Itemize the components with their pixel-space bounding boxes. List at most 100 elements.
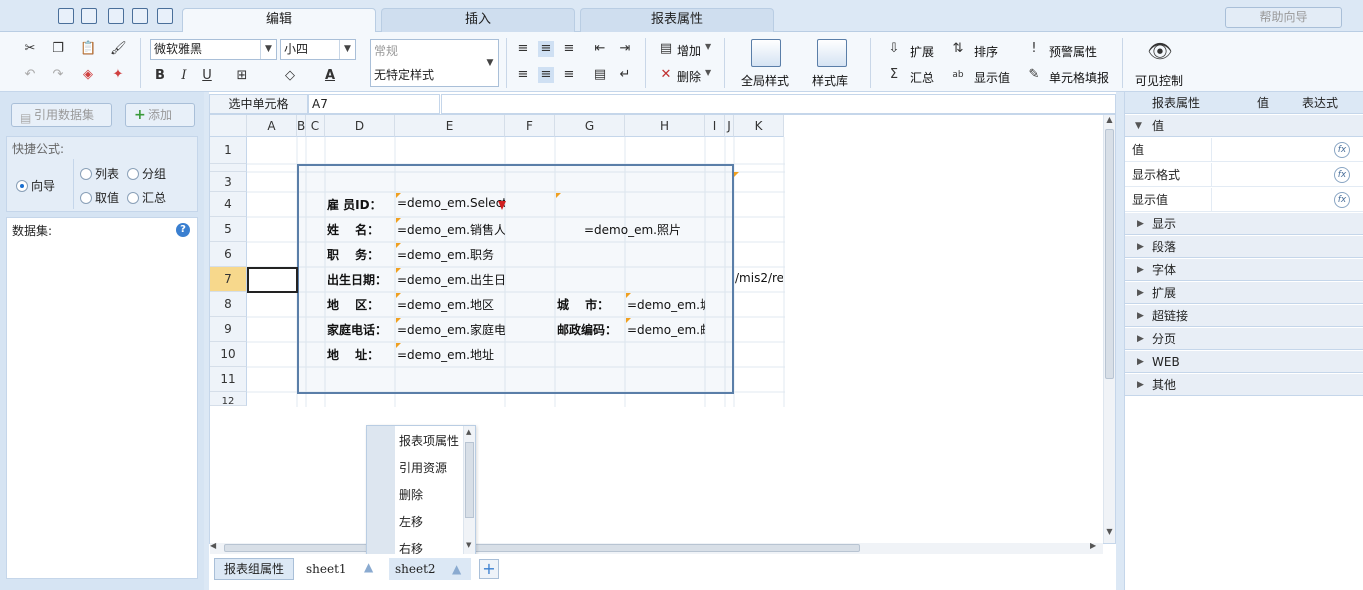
menu-item-delete[interactable]: 删除 (399, 486, 423, 503)
cell-fill-icon[interactable]: ✎ (1026, 67, 1042, 83)
column-header[interactable]: F (505, 115, 555, 137)
clear-format-icon[interactable]: ✦ (110, 67, 126, 83)
decrease-indent-icon[interactable]: ⇤ (592, 41, 608, 57)
radio-value[interactable]: 取值 (80, 189, 119, 206)
vertical-scrollbar[interactable]: ▲ ▼ (1103, 115, 1115, 543)
warning-prop-button[interactable]: 预警属性 (1049, 43, 1097, 60)
cell-k7[interactable]: /mis2/re (735, 271, 783, 285)
sum-icon[interactable]: Σ (886, 67, 902, 83)
eraser-icon[interactable]: ◈ (80, 67, 96, 83)
row-header[interactable]: 1 (210, 137, 247, 164)
preview-icon[interactable] (132, 8, 148, 24)
row-header[interactable]: 5 (210, 217, 247, 242)
cell-e5[interactable]: =demo_em.销售人员 (397, 221, 505, 238)
triangle-icon[interactable]: ▲ (452, 558, 461, 580)
selected-cell[interactable] (247, 267, 298, 293)
horizontal-scrollbar[interactable]: ◀ ▶ (210, 541, 1103, 554)
column-header[interactable]: D (325, 115, 395, 137)
column-header[interactable]: I (705, 115, 725, 137)
fill-color-icon[interactable]: ◇ (282, 68, 298, 84)
cell-d4[interactable]: 雇 员ID： (327, 196, 382, 213)
sort-button[interactable]: 排序 (974, 43, 998, 60)
triangle-icon[interactable]: ▲ (364, 560, 373, 574)
prop-row-display[interactable]: 显示值 fx (1125, 188, 1363, 212)
delete-row-icon[interactable]: ✕ (658, 67, 674, 83)
align-center-icon[interactable]: ≡ (538, 67, 554, 83)
copy-icon[interactable]: ❐ (50, 41, 66, 57)
column-header[interactable]: J (725, 115, 734, 137)
cell-e7[interactable]: =demo_em.出生日期 (397, 271, 505, 288)
save-icon[interactable] (58, 8, 74, 24)
scroll-up-icon[interactable]: ▲ (466, 428, 471, 436)
section-display[interactable]: ▶ 显示 (1125, 213, 1363, 235)
add-dataset-button[interactable]: + 添加 (125, 103, 195, 127)
section-expand[interactable]: ▶ 扩展 (1125, 282, 1363, 304)
section-font[interactable]: ▶ 字体 (1125, 259, 1363, 281)
tab-sheet1[interactable]: sheet1 (306, 562, 347, 576)
select-cell-button[interactable]: 选中单元格 (209, 94, 308, 114)
underline-button[interactable]: U (199, 68, 215, 84)
scroll-up-icon[interactable]: ▲ (1104, 115, 1115, 129)
add-button[interactable]: 增加 (677, 42, 701, 59)
sort-icon[interactable]: ⇅ (950, 41, 966, 57)
font-family-select[interactable]: 微软雅黑 ▼ (150, 39, 277, 60)
radio-list[interactable]: 列表 (80, 165, 119, 182)
scroll-down-icon[interactable]: ▼ (466, 541, 471, 549)
vertical-scroll-thumb[interactable] (1105, 129, 1114, 379)
cell-d10[interactable]: 地 址： (327, 346, 379, 363)
tab-insert[interactable]: 插入 (381, 8, 575, 32)
row-header[interactable]: 10 (210, 342, 247, 367)
display-value-icon[interactable]: ab (950, 67, 966, 83)
splitter-right[interactable] (1116, 92, 1124, 590)
section-web[interactable]: ▶ WEB (1125, 351, 1363, 373)
cell-g9[interactable]: 邮政编码： (557, 321, 617, 338)
global-style-icon[interactable] (751, 39, 781, 67)
format-painter-icon[interactable]: 🖌 (110, 41, 127, 57)
cut-icon[interactable]: ✂ (22, 41, 38, 57)
border-icon[interactable]: ⊞ (234, 68, 250, 84)
cell-h9[interactable]: =demo_em.邮政编码 (627, 321, 705, 338)
expand-button[interactable]: 扩展 (910, 43, 934, 60)
row-header[interactable]: 8 (210, 292, 247, 317)
undo-icon[interactable]: ↶ (22, 67, 38, 83)
dataset-tree[interactable]: 数据集: ? (6, 217, 198, 579)
prop-row-value[interactable]: 值 fx (1125, 138, 1363, 162)
formula-input[interactable] (441, 94, 1116, 114)
export-icon[interactable] (108, 8, 124, 24)
cell-d7[interactable]: 出生日期： (327, 271, 387, 288)
scroll-right-icon[interactable]: ▶ (1090, 541, 1102, 550)
column-header[interactable]: E (395, 115, 505, 137)
style-library-button[interactable]: 样式库 (812, 72, 848, 89)
help-wizard-button[interactable]: 帮助向导 (1225, 7, 1342, 28)
menu-scroll-thumb[interactable] (465, 442, 474, 518)
eye-gear-icon[interactable]: 👁 (1146, 38, 1174, 64)
row-header[interactable]: 4 (210, 192, 247, 217)
radio-summary[interactable]: 汇总 (127, 189, 166, 206)
section-paragraph[interactable]: ▶ 段落 (1125, 236, 1363, 258)
cell-e8[interactable]: =demo_em.地区 (397, 296, 505, 313)
cell-g8[interactable]: 城 市： (557, 296, 609, 313)
radio-wizard[interactable]: 向导 (16, 177, 55, 194)
align-bottom-icon[interactable]: ≡ (561, 41, 577, 57)
cell-d8[interactable]: 地 区： (327, 296, 379, 313)
print-preview-icon[interactable] (157, 8, 173, 24)
expand-icon[interactable]: ⇩ (886, 41, 902, 57)
scroll-down-icon[interactable]: ▼ (1104, 527, 1115, 541)
radio-group[interactable]: 分组 (127, 165, 166, 182)
menu-item-move-left[interactable]: 左移 (399, 513, 423, 530)
row-header[interactable]: 11 (210, 367, 247, 392)
cell-e10[interactable]: =demo_em.地址 (397, 346, 505, 363)
cell-h8[interactable]: =demo_em.城市 (627, 296, 705, 313)
menu-scrollbar[interactable]: ▲ ▼ (463, 426, 475, 554)
tab-edit[interactable]: 编辑 (182, 8, 376, 33)
section-hyperlink[interactable]: ▶ 超链接 (1125, 305, 1363, 327)
add-sheet-button[interactable]: + (479, 559, 499, 579)
row-header[interactable]: 6 (210, 242, 247, 267)
cell-ref-input[interactable]: A7 (308, 94, 440, 114)
redo-icon[interactable]: ↷ (50, 67, 66, 83)
wrap-text-icon[interactable]: ↵ (617, 67, 633, 83)
corner-cell[interactable] (210, 115, 247, 137)
cell-d6[interactable]: 职 务： (327, 246, 379, 263)
number-format-select[interactable]: 常规 无特定样式 ▼ (370, 39, 499, 87)
ref-dataset-button[interactable]: ▤ 引用数据集 (11, 103, 112, 127)
